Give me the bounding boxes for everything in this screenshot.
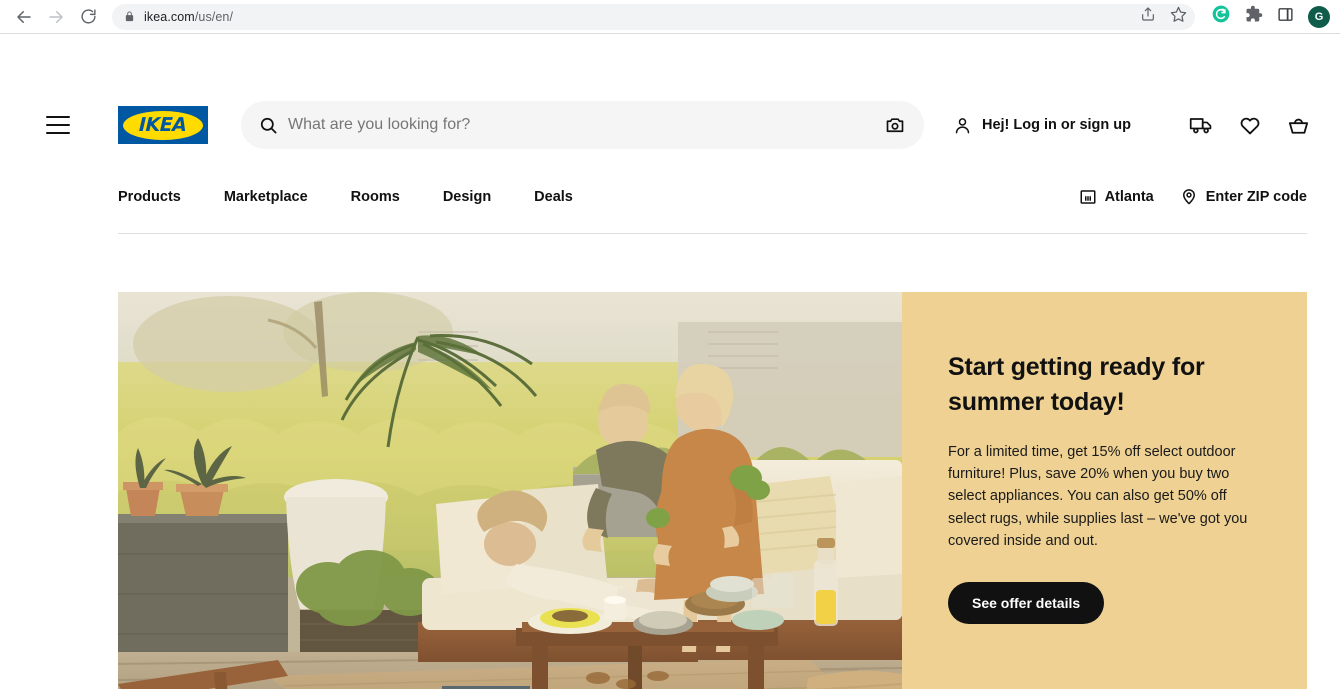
forward-button[interactable]	[42, 3, 70, 31]
cart-button[interactable]	[1287, 115, 1310, 135]
ikea-logo-ellipse: IKEA	[123, 110, 203, 140]
search-bar[interactable]	[241, 101, 924, 149]
camera-visual-search-button[interactable]	[884, 115, 906, 135]
reload-icon	[80, 9, 96, 24]
delivery-truck-icon	[1189, 118, 1212, 134]
profile-avatar[interactable]: G	[1308, 5, 1330, 28]
nav-links: Products Marketplace Rooms Design Deals	[118, 189, 573, 205]
header-divider	[118, 233, 1307, 234]
ikea-logo-text: IKEA	[138, 114, 188, 136]
hero-banner: Start getting ready for summer today! Fo…	[118, 292, 1307, 689]
nav-item-deals[interactable]: Deals	[534, 189, 573, 205]
side-panel-icon	[1278, 7, 1293, 21]
ikea-page: IKEA Hej! Log in or sign up	[0, 34, 1340, 689]
omnibox-actions	[1140, 4, 1187, 30]
url-path: /us/en/	[194, 9, 234, 24]
browser-toolbar: ikea.com/us/en/ G	[0, 0, 1340, 34]
promo-title: Start getting ready for summer today!	[948, 353, 1205, 416]
grammarly-extension-icon	[1212, 5, 1230, 23]
person-account-icon	[955, 117, 970, 133]
store-selector[interactable]: Atlanta	[1079, 188, 1154, 206]
hero-photo-illustration	[118, 292, 902, 689]
heart-favorites-icon	[1240, 117, 1260, 135]
hero-image[interactable]	[118, 292, 902, 689]
nav-item-products[interactable]: Products	[118, 189, 181, 205]
grammarly-extension-button[interactable]	[1211, 4, 1231, 29]
header-account-area: Hej! Log in or sign up	[953, 115, 1310, 135]
location-area: Atlanta Enter ZIP code	[1079, 187, 1307, 206]
address-bar[interactable]: ikea.com/us/en/	[112, 3, 1195, 30]
back-button[interactable]	[10, 3, 38, 31]
hero-promo-panel: Start getting ready for summer today! Fo…	[902, 292, 1307, 689]
favorites-button[interactable]	[1239, 115, 1261, 135]
browser-extension-icons: G	[1211, 4, 1330, 29]
hamburger-menu-icon[interactable]	[46, 116, 70, 134]
login-signup-link[interactable]: Hej! Log in or sign up	[953, 116, 1131, 135]
zip-code-selector[interactable]: Enter ZIP code	[1180, 187, 1307, 206]
puzzle-extensions-icon	[1246, 5, 1263, 22]
url-text: ikea.com/us/en/	[144, 10, 233, 24]
zip-code-label: Enter ZIP code	[1205, 188, 1307, 205]
share-button[interactable]	[1140, 6, 1156, 27]
site-header: IKEA Hej! Log in or sign up	[0, 96, 1340, 154]
promo-description: For a limited time, get 15% off select o…	[948, 444, 1248, 549]
search-input[interactable]	[288, 116, 876, 134]
ikea-logo[interactable]: IKEA	[118, 106, 208, 144]
bookmark-button[interactable]	[1170, 6, 1187, 28]
nav-item-marketplace[interactable]: Marketplace	[224, 189, 308, 205]
nav-item-rooms[interactable]: Rooms	[351, 189, 400, 205]
location-pin-icon	[1182, 189, 1195, 205]
main-navigation: Products Marketplace Rooms Design Deals …	[0, 189, 1340, 234]
shopping-bag-cart-icon	[1288, 118, 1309, 134]
extensions-button[interactable]	[1245, 5, 1263, 28]
star-bookmark-icon	[1170, 6, 1187, 22]
share-icon	[1142, 7, 1154, 21]
forward-arrow-icon	[49, 10, 63, 23]
delivery-truck-button[interactable]	[1189, 115, 1213, 135]
back-arrow-icon	[17, 10, 31, 23]
lock-icon	[124, 10, 135, 23]
url-domain: ikea.com	[144, 9, 195, 24]
reload-button[interactable]	[74, 3, 102, 31]
camera-icon	[886, 118, 904, 133]
see-offer-details-button[interactable]: See offer details	[948, 581, 1105, 624]
login-signup-label: Hej! Log in or sign up	[981, 117, 1131, 133]
store-label: Atlanta	[1104, 188, 1154, 205]
side-panel-button[interactable]	[1277, 6, 1294, 28]
store-building-icon	[1080, 189, 1096, 204]
browser-nav-buttons	[10, 3, 102, 31]
nav-item-design[interactable]: Design	[443, 189, 491, 205]
search-icon	[259, 116, 278, 135]
